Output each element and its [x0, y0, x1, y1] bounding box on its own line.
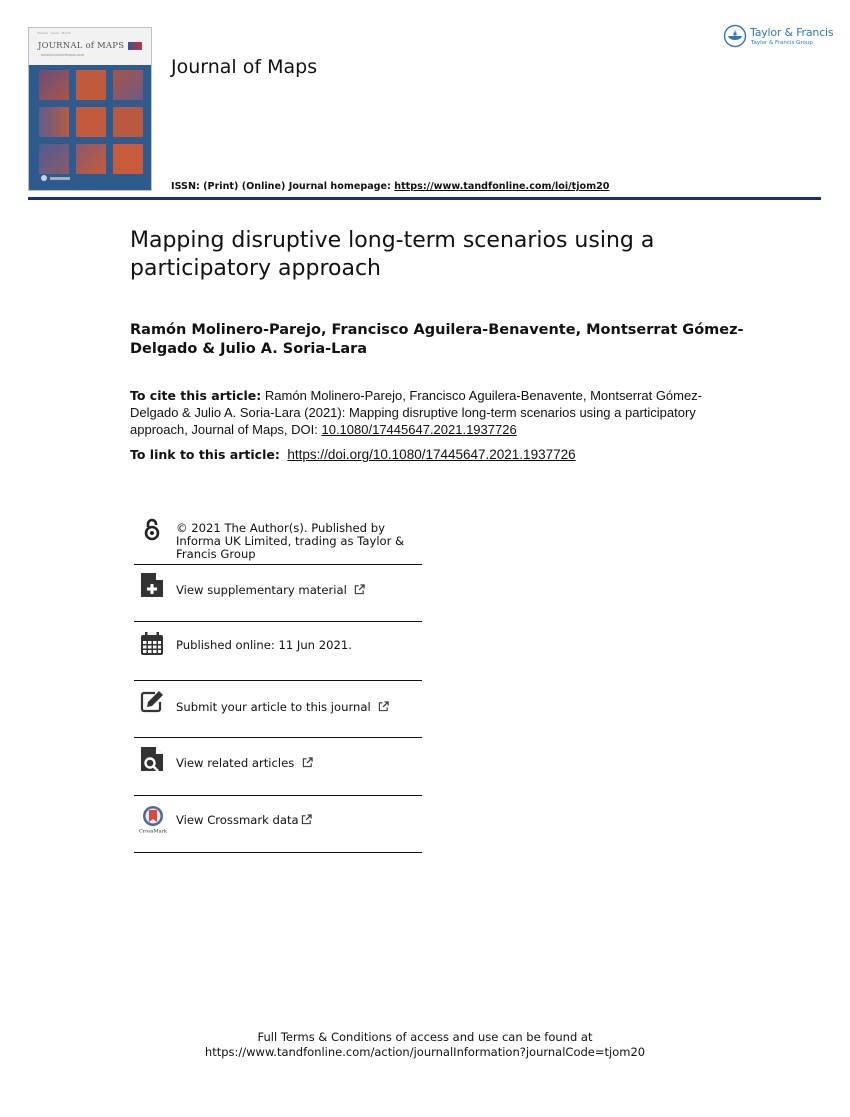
external-link-icon	[355, 584, 366, 595]
cover-logo-icon	[128, 42, 142, 50]
calendar-icon	[141, 632, 163, 655]
external-link-icon	[302, 757, 313, 768]
cover-tile	[39, 70, 69, 100]
article-link-line: To link to this article: https://doi.org…	[130, 447, 576, 462]
list-item-submit[interactable]: Submit your article to this journal	[134, 681, 422, 738]
publisher-group: Taylor & Francis Group	[751, 40, 813, 46]
cover-tile	[39, 107, 69, 137]
article-title: Mapping disruptive long-term scenarios u…	[130, 228, 655, 281]
cover-map-grid	[39, 70, 143, 174]
copyright-text: © 2021 The Author(s). Published by Infor…	[176, 521, 405, 561]
crossmark-label: View Crossmark data	[176, 813, 299, 827]
external-link-icon	[379, 701, 390, 712]
open-access-icon	[144, 518, 160, 541]
list-item-open-access: © 2021 The Author(s). Published by Infor…	[134, 514, 422, 565]
cover-url: www.journalofmaps.com	[41, 53, 84, 57]
issn-line: ISSN: (Print) (Online) Journal homepage:…	[171, 181, 609, 192]
cover-tile	[113, 70, 143, 100]
citation-block: To cite this article: Ramón Molinero-Par…	[130, 387, 730, 438]
footer-terms-url[interactable]: https://www.tandfonline.com/action/journ…	[0, 1045, 850, 1060]
external-link-icon	[301, 814, 312, 825]
list-item-published: Published online: 11 Jun 2021.	[134, 622, 422, 681]
related-articles-label: View related articles	[176, 756, 295, 770]
cover-tile	[76, 144, 106, 174]
supplementary-file-icon	[141, 573, 163, 597]
supplementary-link[interactable]: View supplementary material	[176, 583, 366, 597]
edit-icon	[140, 691, 163, 713]
footer-line-1: Full Terms & Conditions of access and us…	[257, 1030, 593, 1044]
cover-tile	[76, 70, 106, 100]
cover-publisher-mark	[50, 177, 70, 180]
related-articles-link[interactable]: View related articles	[176, 757, 313, 770]
published-date: Published online: 11 Jun 2021.	[176, 638, 352, 652]
search-document-icon	[141, 747, 163, 771]
article-doi-url-link[interactable]: https://doi.org/10.1080/17445647.2021.19…	[287, 447, 575, 462]
supplementary-label: View supplementary material	[176, 583, 347, 597]
cite-label: To cite this article:	[130, 388, 262, 403]
cover-tile	[39, 144, 69, 174]
journal-cover-image: Volume · Issue · Month JOURNAL of MAPS w…	[28, 27, 152, 191]
issn-label: ISSN: (Print) (Online) Journal homepage:	[171, 181, 391, 192]
submit-article-link[interactable]: Submit your article to this journal	[176, 700, 390, 714]
header-divider	[28, 197, 821, 200]
cover-header: Volume · Issue · Month JOURNAL of MAPS w…	[29, 28, 151, 65]
link-label: To link to this article:	[130, 447, 280, 462]
cover-seal-icon	[41, 175, 47, 181]
journal-title: Journal of Maps	[171, 56, 318, 78]
cover-tile	[113, 144, 143, 174]
svg-text:CrossMark: CrossMark	[139, 829, 168, 835]
cover-issue-info: Volume · Issue · Month	[37, 31, 72, 35]
crossmark-icon: CrossMark	[139, 806, 168, 835]
journal-homepage-link[interactable]: https://www.tandfonline.com/loi/tjom20	[394, 181, 609, 192]
publisher-name[interactable]: Taylor & Francis	[750, 26, 834, 39]
list-item-supplementary[interactable]: View supplementary material	[134, 565, 422, 622]
submit-article-label: Submit your article to this journal	[176, 700, 371, 714]
list-item-crossmark[interactable]: CrossMark View Crossmark data	[134, 796, 422, 853]
list-item-related[interactable]: View related articles	[134, 738, 422, 796]
article-authors: Ramón Molinero-Parejo, Francisco Aguiler…	[130, 322, 744, 357]
article-info-list: © 2021 The Author(s). Published by Infor…	[134, 514, 422, 853]
footer-terms: Full Terms & Conditions of access and us…	[0, 1030, 850, 1060]
cover-tile	[113, 107, 143, 137]
cover-tile	[76, 107, 106, 137]
taylor-francis-logo-icon[interactable]	[723, 24, 747, 48]
crossmark-link[interactable]: View Crossmark data	[176, 814, 312, 827]
doi-link[interactable]: 10.1080/17445647.2021.1937726	[321, 422, 516, 437]
cover-journal-name: JOURNAL of MAPS	[38, 41, 125, 51]
